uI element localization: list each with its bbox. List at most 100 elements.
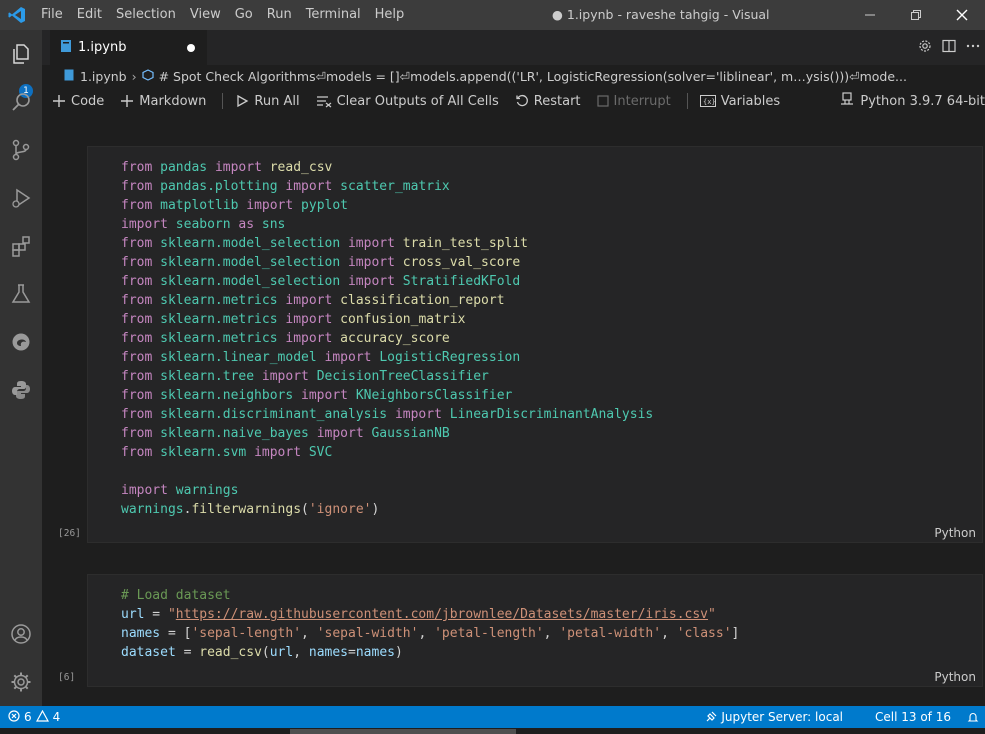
code-line: from sklearn.naive_bayes import Gaussian…	[121, 426, 450, 441]
menu-edit[interactable]: Edit	[70, 0, 109, 30]
menu-run[interactable]: Run	[260, 0, 299, 30]
code-line: dataset = read_csv(url, names=names)	[121, 645, 403, 660]
toolbar-divider	[222, 93, 224, 109]
code-line: from pandas.plotting import scatter_matr…	[121, 179, 450, 194]
code-line: from sklearn.model_selection import cros…	[121, 255, 521, 270]
execution-count: [26]	[58, 528, 81, 539]
menu-file[interactable]: File	[34, 0, 70, 30]
code-line: names = ['sepal-length', 'sepal-width', …	[121, 626, 740, 641]
code-line: import warnings	[121, 483, 239, 498]
restart-button[interactable]: Restart	[515, 94, 581, 109]
window-controls	[847, 0, 985, 30]
run-debug-icon[interactable]	[0, 178, 42, 218]
error-icon	[8, 709, 20, 725]
error-count: 6	[24, 710, 32, 724]
edge-browser-icon[interactable]	[0, 322, 42, 362]
menu-go[interactable]: Go	[228, 0, 260, 30]
kernel-server-icon	[840, 92, 854, 110]
breadcrumb: 1.ipynb › # Spot Check Algorithms⏎models…	[42, 65, 985, 87]
clear-outputs-label: Clear Outputs of All Cells	[336, 93, 499, 109]
cell-language-label[interactable]: Python	[934, 670, 976, 684]
notifications-bell-icon[interactable]	[967, 711, 979, 723]
svg-text:{x}: {x}	[703, 98, 716, 106]
code-line: warnings.filterwarnings('ignore')	[121, 502, 380, 517]
breadcrumb-cell[interactable]: # Spot Check Algorithms⏎models = []⏎mode…	[159, 69, 907, 84]
code-line: from sklearn.model_selection import Stra…	[121, 274, 521, 289]
code-line: from sklearn.linear_model import Logisti…	[121, 350, 521, 365]
tab-notebook[interactable]: 1.ipynb	[50, 30, 207, 65]
activity-bar: 1	[0, 30, 42, 706]
clear-outputs-button[interactable]: Clear Outputs of All Cells	[316, 94, 499, 109]
menu-selection[interactable]: Selection	[109, 0, 183, 30]
explorer-icon[interactable]	[0, 34, 42, 74]
minimize-button[interactable]	[847, 0, 893, 30]
code-cell[interactable]: # Load dataset url = "https://raw.github…	[87, 574, 983, 687]
code-editor[interactable]: # Load dataset url = "https://raw.github…	[88, 575, 982, 662]
horizontal-scrollbar[interactable]	[290, 729, 516, 734]
add-code-cell-button[interactable]: Code	[52, 94, 104, 109]
unsaved-dot-icon[interactable]	[187, 44, 195, 52]
notebook-file-icon	[60, 39, 72, 57]
window-title: ● 1.ipynb - raveshe tahgig - Visual	[552, 7, 770, 22]
title-bar: File Edit Selection View Go Run Terminal…	[0, 0, 985, 30]
restart-label: Restart	[533, 93, 581, 109]
jupyter-server-status[interactable]: Jupyter Server: local	[705, 710, 859, 724]
breadcrumb-file-icon	[64, 69, 74, 84]
python-icon[interactable]	[0, 370, 42, 410]
interrupt-button[interactable]: Interrupt	[596, 93, 671, 109]
code-line: from sklearn.metrics import accuracy_sco…	[121, 331, 450, 346]
execution-count: [6]	[58, 672, 76, 683]
warning-count: 4	[52, 710, 61, 724]
cell-language-label[interactable]: Python	[934, 526, 976, 540]
code-line: import seaborn as sns	[121, 217, 286, 232]
breadcrumb-file[interactable]: 1.ipynb	[80, 69, 127, 84]
kernel-picker[interactable]: Python 3.9.7 64-bit	[840, 89, 985, 113]
editor-actions	[917, 30, 981, 65]
stop-icon	[596, 95, 609, 107]
plus-icon	[52, 94, 66, 108]
menu-help[interactable]: Help	[368, 0, 412, 30]
add-markdown-cell-button[interactable]: Markdown	[120, 94, 206, 109]
settings-gear-icon[interactable]	[0, 662, 42, 702]
notebook-settings-gear-icon[interactable]	[917, 38, 933, 58]
add-markdown-label: Markdown	[139, 93, 207, 109]
restore-button[interactable]	[893, 0, 939, 30]
code-line: from sklearn.neighbors import KNeighbors…	[121, 388, 513, 403]
tab-label: 1.ipynb	[78, 40, 127, 55]
code-line: url = "https://raw.githubusercontent.com…	[121, 607, 716, 622]
menu-bar: File Edit Selection View Go Run Terminal…	[34, 0, 411, 30]
code-line: # Load dataset	[121, 588, 231, 603]
vscode-logo-icon	[0, 0, 34, 30]
jupyter-server-label: Jupyter Server: local	[721, 710, 844, 724]
code-line: from matplotlib import pyplot	[121, 198, 349, 213]
breadcrumb-chevron-icon: ›	[131, 68, 137, 84]
code-editor[interactable]: from pandas import read_csv from pandas.…	[88, 147, 982, 519]
toolbar-divider	[686, 93, 688, 109]
kernel-label: Python 3.9.7 64-bit	[860, 93, 985, 109]
run-all-label: Run All	[254, 93, 300, 109]
extensions-icon[interactable]	[0, 226, 42, 266]
interrupt-label: Interrupt	[613, 93, 671, 109]
code-line: from pandas import read_csv	[121, 160, 333, 175]
cell-position[interactable]: Cell 13 of 16	[875, 710, 951, 724]
testing-flask-icon[interactable]	[0, 274, 42, 314]
problems-indicator[interactable]: 6 4	[0, 709, 61, 725]
close-window-button[interactable]	[939, 0, 985, 30]
more-actions-icon[interactable]	[965, 38, 981, 58]
status-bar: 6 4 Jupyter Server: local Cell 13 of 16	[0, 706, 985, 728]
warning-icon	[35, 709, 49, 725]
menu-terminal[interactable]: Terminal	[299, 0, 368, 30]
accounts-icon[interactable]	[0, 614, 42, 654]
menu-view[interactable]: View	[183, 0, 228, 30]
variables-button[interactable]: {x} Variables	[699, 94, 780, 109]
notebook-toolbar: Code Markdown Run All Clear Outputs of A…	[42, 89, 985, 113]
code-line: from sklearn.tree import DecisionTreeCla…	[121, 369, 489, 384]
plug-icon	[705, 711, 717, 723]
search-icon[interactable]	[0, 82, 42, 122]
variables-icon: {x}	[699, 95, 716, 107]
restart-icon	[515, 94, 529, 108]
code-cell[interactable]: from pandas import read_csv from pandas.…	[87, 146, 983, 543]
split-editor-icon[interactable]	[941, 38, 957, 58]
run-all-button[interactable]: Run All	[235, 93, 300, 109]
source-control-icon[interactable]	[0, 130, 42, 170]
